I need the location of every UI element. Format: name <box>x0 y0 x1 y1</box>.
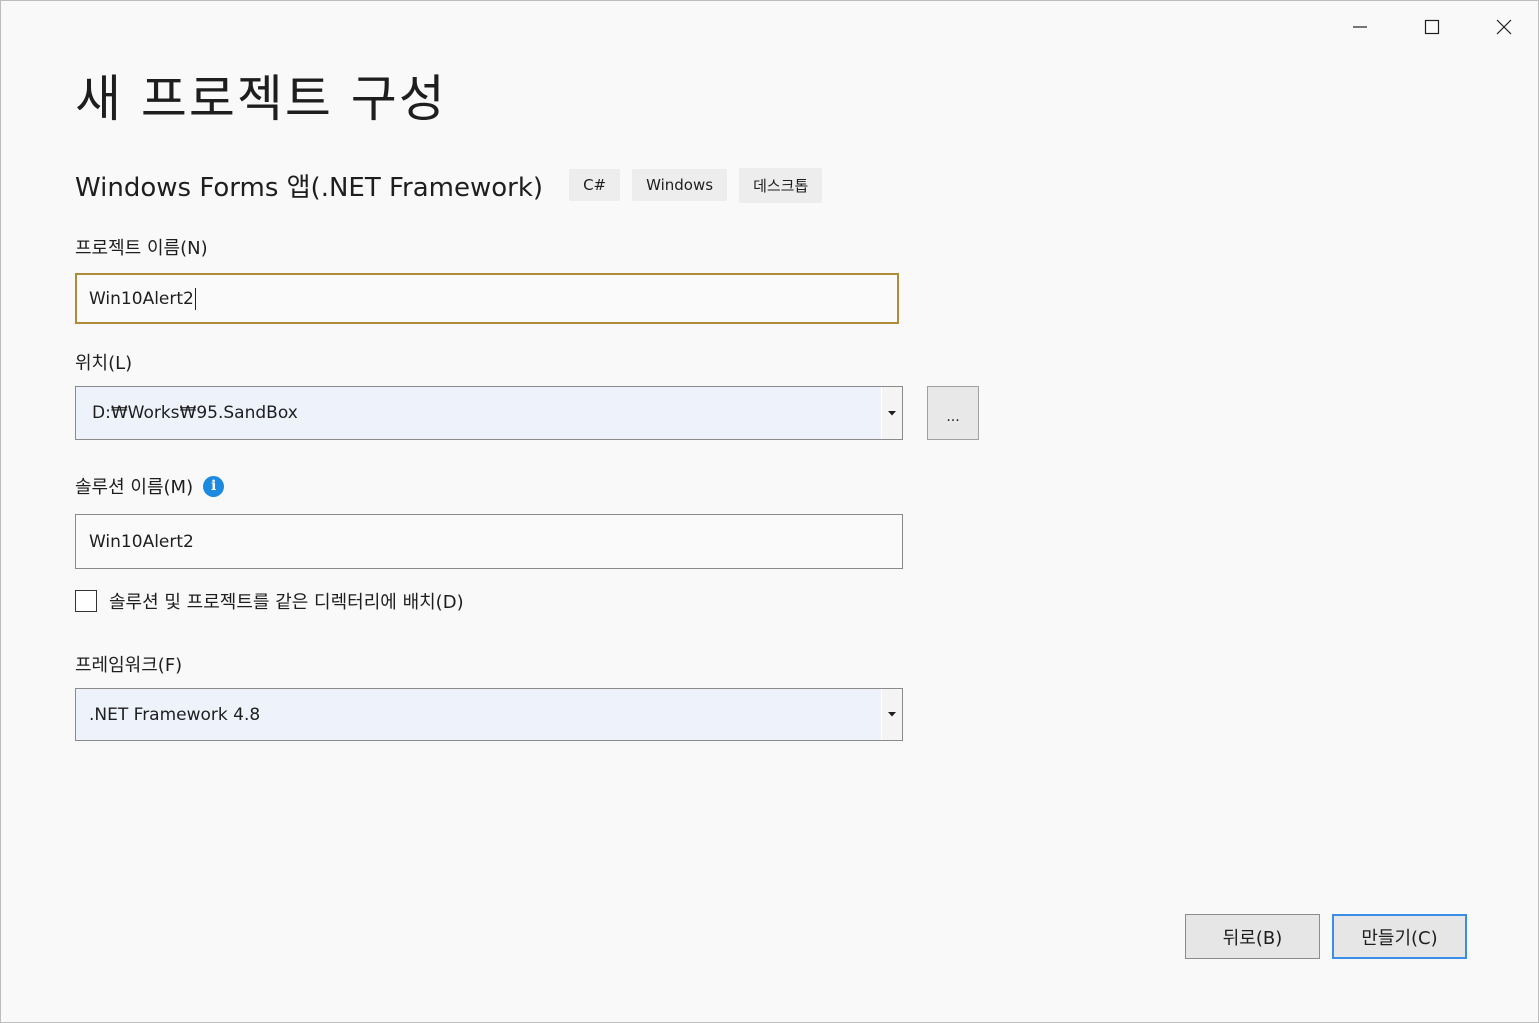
dialog-window: 새 프로젝트 구성 Windows Forms 앱(.NET Framework… <box>0 0 1539 1023</box>
same-directory-checkbox[interactable] <box>75 590 97 612</box>
location-label: 위치(L) <box>75 353 133 374</box>
chevron-down-icon <box>888 712 896 717</box>
tag-project-type: 데스크톱 <box>739 167 823 203</box>
maximize-icon <box>1424 19 1440 35</box>
project-name-value: Win10Alert2 <box>89 288 194 309</box>
project-name-input[interactable]: Win10Alert2 <box>75 273 899 324</box>
framework-value: .NET Framework 4.8 <box>89 704 261 725</box>
create-button[interactable]: 만들기(C) <box>1332 914 1467 959</box>
solution-name-label-row: 솔루션 이름(M) i <box>75 473 225 499</box>
framework-dropdown-button[interactable] <box>881 689 902 740</box>
template-info: Windows Forms 앱(.NET Framework) C# Windo… <box>75 165 834 205</box>
same-directory-label: 솔루션 및 프로젝트를 같은 디렉터리에 배치(D) <box>109 592 464 613</box>
location-dropdown-button[interactable] <box>881 387 902 439</box>
project-name-label: 프로젝트 이름(N) <box>75 238 208 259</box>
same-directory-checkbox-row[interactable]: 솔루션 및 프로젝트를 같은 디렉터리에 배치(D) <box>75 588 464 614</box>
close-button[interactable] <box>1484 9 1524 45</box>
solution-name-input[interactable]: Win10Alert2 <box>75 514 903 569</box>
close-icon <box>1496 19 1512 35</box>
page-title: 새 프로젝트 구성 <box>75 70 447 128</box>
tag-platform: Windows <box>632 169 728 201</box>
browse-button[interactable]: ... <box>927 386 979 440</box>
framework-combobox[interactable]: .NET Framework 4.8 <box>75 688 903 741</box>
maximize-button[interactable] <box>1412 9 1452 45</box>
location-combobox[interactable]: D:₩Works₩95.SandBox <box>75 386 903 440</box>
back-button[interactable]: 뒤로(B) <box>1185 914 1320 959</box>
minimize-icon <box>1353 26 1367 28</box>
template-name: Windows Forms 앱(.NET Framework) <box>75 172 544 203</box>
solution-name-label: 솔루션 이름(M) <box>75 477 194 498</box>
info-icon[interactable]: i <box>203 475 225 497</box>
location-value: D:₩Works₩95.SandBox <box>92 403 298 423</box>
text-caret <box>194 287 196 310</box>
framework-label: 프레임워크(F) <box>75 655 183 676</box>
minimize-button[interactable] <box>1340 9 1380 45</box>
solution-name-value: Win10Alert2 <box>89 531 194 552</box>
tag-language: C# <box>569 169 621 201</box>
chevron-down-icon <box>888 410 896 415</box>
